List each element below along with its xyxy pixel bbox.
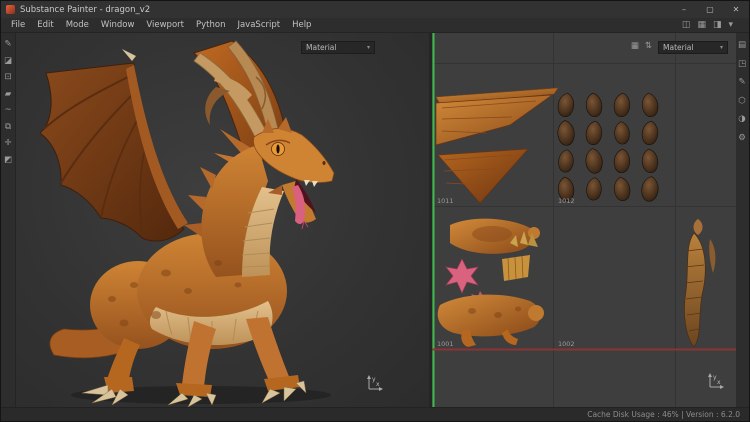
status-text: Cache Disk Usage : 46% | Version : 6.2.0	[587, 410, 740, 419]
maximize-button[interactable]: ▢	[697, 1, 723, 18]
menu-mode[interactable]: Mode	[60, 20, 95, 30]
menu-edit[interactable]: Edit	[31, 20, 59, 30]
material-picker-tool-icon[interactable]: ✛	[4, 139, 11, 148]
uv-2d-render: 1011 1012 1001 1002	[432, 33, 736, 409]
viewport2d-mini-toolbar: ▦ ⇅	[631, 42, 652, 51]
properties-panel-icon[interactable]: ✎	[738, 78, 745, 87]
axis-x-label: x	[376, 381, 380, 388]
polygon-fill-tool-icon[interactable]: ▰	[5, 90, 12, 99]
titlebar[interactable]: Substance Painter - dragon_v2 – ▢ ✕	[1, 1, 749, 18]
uv-grid-toggle-icon[interactable]: ▦	[631, 42, 639, 51]
shader-settings-icon[interactable]: ◑	[738, 115, 745, 124]
panels-toolbar: ▤ ◳ ✎ ⬡ ◑ ⚙	[734, 33, 749, 407]
window-controls: – ▢ ✕	[671, 1, 749, 18]
menu-file[interactable]: File	[5, 20, 31, 30]
dock-right-icon[interactable]: ◨	[713, 21, 722, 30]
viewport-2d[interactable]: 1011 1012 1001 1002 ▦ ⇅ Material ▾ y x	[432, 33, 736, 409]
projection-tool-icon[interactable]: ⊡	[4, 73, 11, 82]
geometry-mask-tool-icon[interactable]: ◩	[4, 156, 12, 165]
udim-tile-label: 1012	[558, 197, 575, 205]
viewport3d-material-dropdown[interactable]: Material ▾	[301, 41, 375, 54]
layers-panel-icon[interactable]: ◳	[738, 60, 746, 69]
viewport2d-material-label: Material	[663, 43, 693, 52]
layout-toolbar: ◫ ▦ ◨ ▾	[682, 18, 733, 33]
layout-grid-icon[interactable]: ▦	[697, 21, 706, 30]
layout-menu-chevron-icon[interactable]: ▾	[728, 21, 733, 30]
menu-javascript[interactable]: JavaScript	[231, 20, 286, 30]
close-button[interactable]: ✕	[723, 1, 749, 18]
viewport2d-material-dropdown[interactable]: Material ▾	[658, 41, 728, 54]
window-title: Substance Painter - dragon_v2	[20, 5, 150, 15]
minimize-button[interactable]: –	[671, 1, 697, 18]
app-logo-icon	[6, 5, 15, 14]
viewport3d-material-label: Material	[306, 43, 336, 52]
udim-tile-label: 1002	[558, 340, 575, 348]
menu-python[interactable]: Python	[190, 20, 231, 30]
menu-viewport[interactable]: Viewport	[140, 20, 190, 30]
chevron-down-icon: ▾	[720, 44, 723, 51]
viewport2d-axis-gizmo[interactable]: y x	[706, 371, 726, 391]
dragon-3d-render	[16, 33, 429, 409]
statusbar: Cache Disk Usage : 46% | Version : 6.2.0	[1, 407, 749, 421]
udim-tile-label: 1001	[437, 340, 454, 348]
udim-tile-label: 1011	[437, 197, 454, 205]
viewport-3d[interactable]: Material ▾ y x	[16, 33, 429, 409]
menubar: File Edit Mode Window Viewport Python Ja…	[1, 18, 749, 33]
tools-toolbar: ✎ ◪ ⊡ ▰ ~ ⧉ ✛ ◩	[1, 33, 16, 407]
paint-tool-icon[interactable]: ✎	[4, 40, 11, 49]
smudge-tool-icon[interactable]: ~	[4, 106, 11, 115]
texture-set-list-icon[interactable]: ▤	[738, 41, 746, 50]
chevron-down-icon: ▾	[367, 44, 370, 51]
display-settings-icon[interactable]: ⚙	[738, 134, 746, 143]
app-window: Substance Painter - dragon_v2 – ▢ ✕ File…	[0, 0, 750, 422]
uv-filter-icon[interactable]: ⇅	[645, 42, 652, 51]
menu-help[interactable]: Help	[286, 20, 317, 30]
axis-x-label: x	[717, 379, 721, 386]
clone-tool-icon[interactable]: ⧉	[5, 123, 11, 132]
eraser-tool-icon[interactable]: ◪	[4, 57, 12, 66]
shelf-panel-icon[interactable]: ⬡	[738, 97, 745, 106]
dock-left-icon[interactable]: ◫	[682, 21, 691, 30]
viewport3d-axis-gizmo[interactable]: y x	[365, 373, 385, 393]
menu-window[interactable]: Window	[95, 20, 141, 30]
